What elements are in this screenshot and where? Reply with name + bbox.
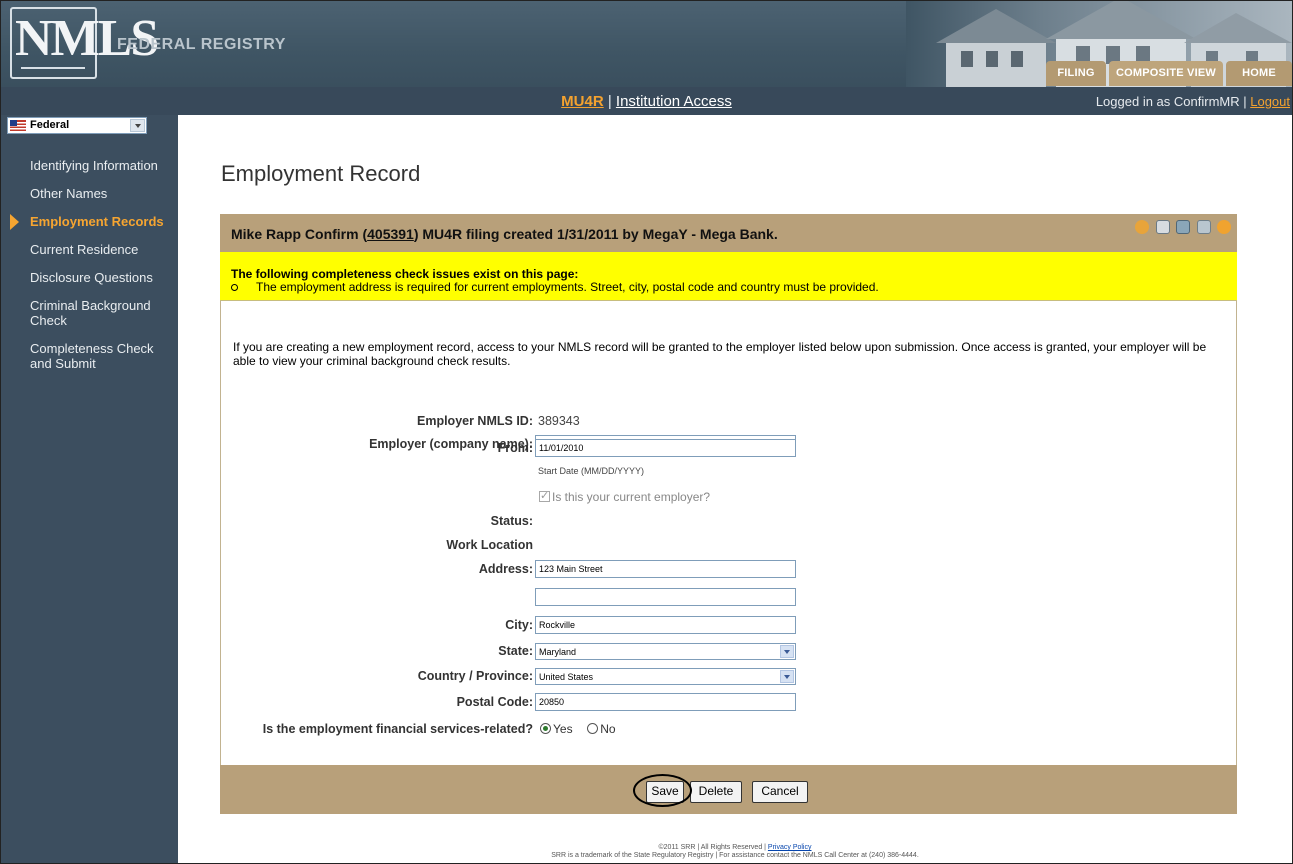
country-select[interactable]: United States [535,668,796,685]
radio-no-label[interactable]: No [600,722,615,736]
logout-link[interactable]: Logout [1250,94,1290,109]
footer-line-1: ©2011 SRR | All Rights Reserved | Privac… [178,844,1292,852]
brand-title: FEDERAL REGISTRY [117,36,286,53]
top-banner: NMLS FEDERAL REGISTRY FILING COMPOSITE V… [1,1,1292,87]
footer: ©2011 SRR | All Rights Reserved | Privac… [178,844,1292,860]
login-separator: | [1239,94,1251,109]
header-icons [1133,220,1231,234]
sidebar-item-other-names[interactable]: Other Names [1,186,178,201]
from-label: From: [497,441,533,455]
print-icon[interactable] [1176,220,1191,234]
active-arrow-icon [10,214,19,230]
state-select-value: Maryland [539,647,577,657]
country-select-value: United States [539,672,594,682]
intro-text: If you are creating a new employment rec… [233,340,1207,368]
financial-services-radio-group: Yes No [540,722,616,736]
tab-filing[interactable]: FILING [1046,61,1106,86]
sidebar-item-identifying-information[interactable]: Identifying Information [1,158,178,173]
save-highlight-circle [633,774,692,807]
sidebar-item-completeness-check[interactable]: Completeness Check and Submit [1,341,171,371]
warning-title: The following completeness check issues … [231,267,579,281]
warning-item: The employment address is required for c… [231,280,879,294]
checkbox-icon[interactable] [539,489,550,502]
logo-underline [21,67,85,69]
state-label: State: [498,644,533,658]
logo-text: NMLS [15,10,159,67]
financial-services-label: Is the employment financial services-rel… [262,722,533,736]
login-info: Logged in as ConfirmMR | Logout [1096,94,1290,109]
sidebar-item-employment-records[interactable]: Employment Records [1,214,178,230]
radio-yes[interactable] [540,723,551,734]
help-icon[interactable] [1217,220,1231,234]
tab-home[interactable]: HOME [1226,61,1292,86]
warning-item-text: The employment address is required for c… [256,280,879,294]
registry-select[interactable]: Federal [7,117,147,134]
chevron-down-icon[interactable] [780,645,794,658]
filing-id-link[interactable]: 405391 [367,226,414,242]
filing-title-suffix: ) MU4R filing created 1/31/2011 by MegaY… [413,226,778,242]
current-employer-checkbox[interactable]: Is this your current employer? [539,489,711,504]
sidebar-item-disclosure-questions[interactable]: Disclosure Questions [1,270,178,285]
cancel-button[interactable]: Cancel [752,781,808,803]
sidebar-item-current-residence[interactable]: Current Residence [1,242,178,257]
sidebar-item-criminal-background-check[interactable]: Criminal Background Check [1,298,171,328]
export-icon[interactable] [1196,220,1211,234]
delete-button[interactable]: Delete [690,781,742,803]
radio-no[interactable] [587,723,599,734]
registry-select-value: Federal [30,119,70,131]
from-date-input[interactable]: 11/01/2010 [535,439,796,457]
footer-line-2: SRR is a trademark of the State Regulato… [551,852,919,859]
employer-id-label: Employer NMLS ID: [417,414,533,428]
side-nav: Identifying Information Other Names Empl… [1,158,178,384]
checkmark-icon[interactable] [1135,220,1150,234]
nav-bar: MU4R | Institution Access Logged in as C… [1,87,1292,115]
tab-composite-view[interactable]: COMPOSITE VIEW [1109,61,1223,86]
work-location-label: Work Location [446,538,533,552]
filing-title-prefix: Mike Rapp Confirm ( [231,226,368,242]
country-label: Country / Province: [417,669,533,683]
current-employer-label: Is this your current employer? [552,490,711,504]
address-line2-input[interactable] [535,588,796,606]
radio-yes-label[interactable]: Yes [553,722,573,736]
logged-in-text: Logged in as ConfirmMR [1095,94,1240,109]
breadcrumb-separator: | [603,93,616,110]
chevron-down-icon[interactable] [780,670,794,683]
employer-id-value: 389343 [538,414,580,428]
status-label: Status: [490,514,533,528]
address-label: Address: [478,562,533,576]
filing-type-link[interactable]: MU4R [561,93,604,110]
city-label: City: [505,618,533,632]
privacy-policy-link[interactable]: Privacy Policy [768,844,812,851]
footer-copyright: ©2011 SRR | All Rights Reserved | [658,844,768,851]
postal-code-label: Postal Code: [456,695,533,709]
page-title: Employment Record [221,161,421,186]
us-flag-icon [10,120,26,131]
state-select[interactable]: Maryland [535,643,796,660]
chevron-down-icon[interactable] [130,119,145,132]
completeness-warning: The following completeness check issues … [220,252,1237,301]
filing-header: Mike Rapp Confirm (405391) MU4R filing c… [220,214,1237,252]
bullet-icon [231,284,238,291]
city-input[interactable]: Rockville [535,616,796,634]
postal-code-input[interactable]: 20850 [535,693,796,711]
filing-title: Mike Rapp Confirm (405391) MU4R filing c… [231,226,778,242]
grid-icon[interactable] [1155,220,1170,234]
institution-access-link[interactable]: Institution Access [616,93,732,110]
sidebar-item-label: Employment Records [30,214,164,229]
address-line1-input[interactable]: 123 Main Street [535,560,796,578]
from-hint: Start Date (MM/DD/YYYY) [538,466,645,476]
